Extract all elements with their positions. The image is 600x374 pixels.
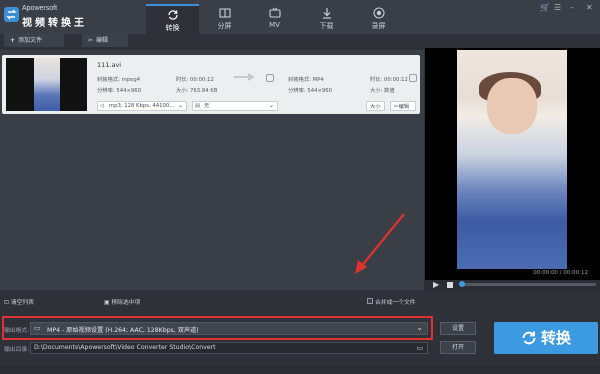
tab-split-screen[interactable]: 分屏 — [198, 4, 251, 34]
open-folder-button[interactable]: 打开 — [440, 341, 476, 354]
annotation-highlight-box — [2, 316, 433, 340]
speaker-icon: ◁ — [100, 103, 105, 109]
subtitle-icon: ▤ — [195, 103, 201, 109]
scissors-icon: ✂ — [88, 37, 94, 44]
folder-icon[interactable]: ▭ — [416, 344, 423, 352]
file-name: 111.avi — [97, 61, 122, 69]
output-directory-label: 输出目录: — [4, 347, 30, 353]
toolbar: + 添加文件 ✂ 编辑 — [0, 34, 424, 48]
app-title: 视频转换王 — [22, 18, 87, 29]
merge-label: 合并成一个文件 — [375, 300, 416, 306]
remove-selected-button[interactable]: ▣ 移除选中项 — [104, 297, 140, 306]
target-size: 大小: 数值 — [370, 88, 395, 94]
tab-label: 录屏 — [371, 22, 386, 30]
video-frame — [457, 50, 567, 269]
clear-icon: ⊡ — [4, 300, 9, 306]
size-button[interactable]: 大小 — [366, 101, 385, 111]
tab-label: 分屏 — [217, 22, 232, 30]
plus-icon: + — [10, 37, 16, 44]
source-size: 大小: 763.84 KB — [176, 88, 218, 94]
convert-arrow-head — [248, 73, 255, 81]
card-edit-button[interactable]: ✂编辑 — [390, 101, 416, 111]
source-resolution: 分辨率: 544×960 — [97, 88, 142, 94]
edit-button[interactable]: ✂ 编辑 — [82, 34, 128, 47]
stop-icon[interactable] — [447, 282, 453, 288]
video-thumbnail — [6, 58, 87, 111]
audio-track-select[interactable]: ◁ mp3, 128 Kbps, 44100... ⌄ — [97, 101, 187, 111]
progress-handle[interactable] — [459, 281, 465, 287]
tab-record[interactable]: 录屏 — [352, 4, 405, 34]
file-list: 111.avi 封装格式: mpeg4 分辨率: 544×960 时长: 00:… — [0, 50, 424, 290]
video-preview: 00:00:00 / 00:00:12 — [425, 48, 600, 280]
brand-name: Apowersoft — [22, 5, 58, 12]
output-directory-field[interactable]: D:\Documents\Apowersoft\Video Converter … — [30, 342, 428, 354]
play-icon[interactable]: ▶ — [433, 280, 439, 289]
record-icon — [372, 7, 385, 19]
title-bar: Apowersoft 视频转换王 转换 分屏 MV 下载 录屏 🛒 ☰ – ✕ — [0, 0, 600, 34]
player-controls: ▶ — [425, 280, 600, 292]
target-format: 封装格式: MP4 — [288, 77, 324, 83]
playback-time: 00:00:00 / 00:00:12 — [533, 270, 588, 276]
split-screen-icon — [218, 8, 231, 18]
chevron-down-icon: ⌄ — [268, 102, 274, 109]
convert-icon — [522, 331, 536, 345]
add-file-button[interactable]: + 添加文件 — [4, 34, 64, 47]
tab-mv[interactable]: MV — [248, 4, 301, 34]
remove-icon: ▣ — [104, 300, 110, 306]
convert-icon — [167, 10, 178, 20]
convert-button[interactable]: 转换 — [494, 322, 598, 354]
mv-icon — [268, 7, 281, 18]
close-icon[interactable]: ✕ — [586, 3, 593, 12]
chevron-down-icon: ⌄ — [177, 102, 183, 109]
tab-label: 转换 — [165, 24, 180, 32]
convert-arrow — [234, 76, 249, 78]
menu-icon[interactable]: ☰ — [554, 3, 561, 12]
format-settings-icon[interactable] — [266, 74, 274, 82]
status-bar — [0, 366, 600, 374]
output-settings-icon[interactable] — [409, 74, 417, 82]
list-item[interactable]: 111.avi 封装格式: mpeg4 分辨率: 544×960 时长: 00:… — [2, 55, 420, 114]
merge-checkbox[interactable] — [367, 298, 373, 304]
tab-download[interactable]: 下载 — [300, 4, 353, 34]
app-logo-icon — [4, 7, 19, 22]
settings-button[interactable]: 设置 — [440, 322, 476, 335]
cart-icon[interactable]: 🛒 — [540, 3, 550, 12]
source-duration: 时长: 00:00:12 — [176, 77, 214, 83]
target-duration: 时长: 00:00:12 — [370, 77, 408, 83]
subtitle-select[interactable]: ▤ 无 ⌄ — [192, 101, 278, 111]
annotation-arrow — [355, 213, 405, 274]
clear-list-button[interactable]: ⊡ 清空列表 — [4, 297, 34, 306]
tab-label: 下载 — [319, 22, 334, 30]
minimize-icon[interactable]: – — [570, 3, 574, 12]
target-resolution: 分辨率: 544×960 — [288, 88, 333, 94]
playback-progress[interactable] — [459, 281, 596, 287]
tab-convert[interactable]: 转换 — [146, 4, 199, 34]
source-format: 封装格式: mpeg4 — [97, 77, 141, 83]
download-icon — [322, 8, 331, 19]
tab-label: MV — [269, 21, 280, 29]
